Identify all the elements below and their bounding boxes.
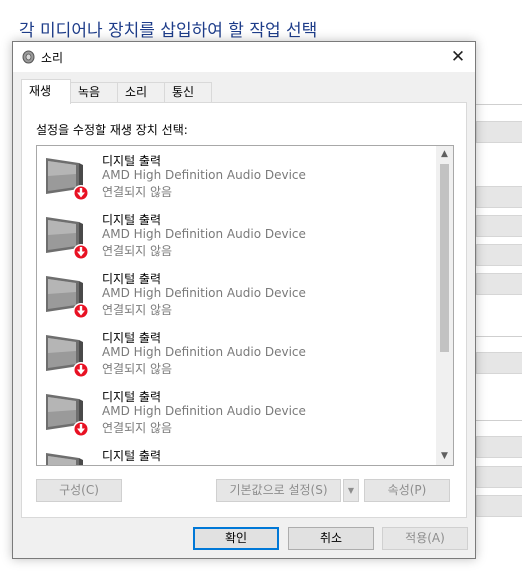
- device-list-item[interactable]: 디지털 출력 AMD High Definition Audio Device 연결…: [37, 323, 435, 382]
- device-name: 디지털 출력: [102, 449, 162, 463]
- scrollbar[interactable]: ▲ ▼: [436, 146, 453, 465]
- monitor-speaker-icon: [46, 158, 89, 201]
- set-default-dropdown-arrow[interactable]: ▼: [343, 479, 359, 502]
- configure-button[interactable]: 구성(C): [36, 479, 122, 502]
- device-description: AMD High Definition Audio Device: [102, 168, 306, 182]
- device-name: 디지털 출력: [102, 154, 162, 168]
- apply-button[interactable]: 적용(A): [382, 527, 468, 550]
- tab-panel-playback: 설정을 수정할 재생 장치 선택: 디지털 출력 AMD High Definit…: [21, 102, 467, 518]
- set-default-button[interactable]: 기본값으로 설정(S): [216, 479, 341, 502]
- tab-communications[interactable]: 통신: [164, 82, 212, 103]
- device-status: 연결되지 않음: [102, 244, 173, 258]
- properties-button[interactable]: 속성(P): [364, 479, 450, 502]
- monitor-speaker-icon: [46, 453, 83, 465]
- tab-sounds[interactable]: 소리: [117, 82, 165, 103]
- sound-dialog: 소리 ✕ 재생 녹음 소리 통신 설정을 수정할 재생 장치 선택: 디지털 출…: [12, 41, 476, 559]
- device-name: 디지털 출력: [102, 213, 162, 227]
- device-list-item[interactable]: 디지털 출력 AMD High Definition Audio Device 연결…: [37, 382, 435, 441]
- tab-playback[interactable]: 재생: [21, 79, 71, 104]
- device-list[interactable]: 디지털 출력 AMD High Definition Audio Device 연결…: [36, 145, 454, 466]
- device-description: AMD High Definition Audio Device: [102, 286, 306, 300]
- speaker-icon: [22, 50, 35, 64]
- background-dropdown[interactable]: [476, 186, 522, 208]
- monitor-speaker-icon: [46, 217, 89, 260]
- cancel-button[interactable]: 취소: [288, 527, 374, 550]
- background-dropdown[interactable]: [476, 495, 522, 517]
- scroll-thumb[interactable]: [440, 164, 449, 352]
- device-status: 연결되지 않음: [102, 421, 173, 435]
- device-list-item[interactable]: 디지털 출력 AMD High Definition Audio Device 연결…: [37, 205, 435, 264]
- background-divider: [476, 104, 522, 105]
- background-dropdown[interactable]: [476, 466, 522, 488]
- close-icon: ✕: [450, 47, 466, 67]
- background-dropdown[interactable]: [476, 273, 522, 295]
- device-name: 디지털 출력: [102, 272, 162, 286]
- page-heading: 각 미디어나 장치를 삽입하여 할 작업 선택: [19, 21, 318, 41]
- ok-button[interactable]: 확인: [193, 527, 279, 550]
- device-status: 연결되지 않음: [102, 185, 173, 199]
- chevron-down-icon: ▼: [347, 486, 355, 495]
- tab-recording[interactable]: 녹음: [70, 82, 118, 103]
- device-name: 디지털 출력: [102, 390, 162, 404]
- device-status: 연결되지 않음: [102, 303, 173, 317]
- close-button[interactable]: ✕: [441, 42, 475, 72]
- device-status: 연결되지 않음: [102, 362, 173, 376]
- monitor-speaker-icon: [46, 394, 89, 437]
- background-dropdown[interactable]: [476, 436, 522, 458]
- instruction-label: 설정을 수정할 재생 장치 선택:: [36, 123, 188, 137]
- dialog-title: 소리: [41, 51, 64, 65]
- device-description: AMD High Definition Audio Device: [102, 227, 306, 241]
- device-name: 디지털 출력: [102, 331, 162, 345]
- background-dropdown[interactable]: [476, 244, 522, 266]
- monitor-speaker-icon: [46, 335, 89, 378]
- background-divider: [476, 336, 522, 337]
- background-dropdown[interactable]: [476, 215, 522, 237]
- background-dropdown[interactable]: [476, 121, 522, 143]
- background-divider: [476, 420, 522, 421]
- scroll-down-button[interactable]: ▼: [436, 448, 453, 465]
- background-dropdown[interactable]: [476, 352, 522, 374]
- device-description: AMD High Definition Audio Device: [102, 345, 306, 359]
- device-list-item[interactable]: 디지털 출력: [37, 441, 435, 465]
- device-list-item[interactable]: 디지털 출력 AMD High Definition Audio Device 연결…: [37, 146, 435, 205]
- scroll-up-button[interactable]: ▲: [436, 146, 453, 163]
- device-description: AMD High Definition Audio Device: [102, 404, 306, 418]
- device-list-item[interactable]: 디지털 출력 AMD High Definition Audio Device 연결…: [37, 264, 435, 323]
- title-bar[interactable]: 소리 ✕: [13, 42, 475, 72]
- monitor-speaker-icon: [46, 276, 89, 319]
